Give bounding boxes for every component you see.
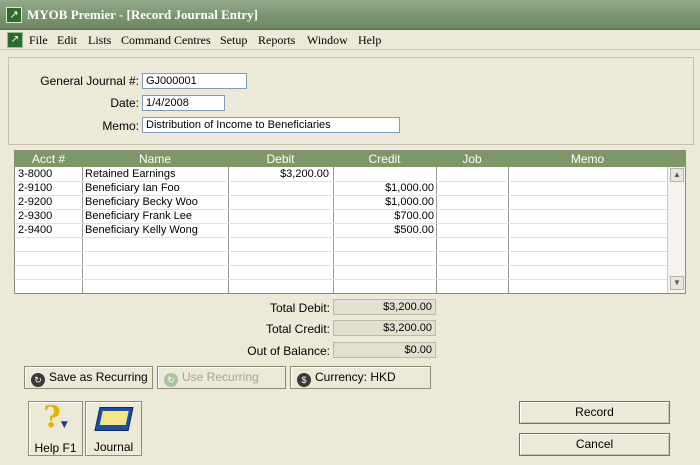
- acct-cell[interactable]: 2-9400: [18, 224, 52, 237]
- credit-cell[interactable]: $700.00: [333, 210, 434, 223]
- acct-cell[interactable]: 2-9300: [18, 210, 52, 223]
- app-icon: ↗: [6, 7, 22, 23]
- help-label: Help F1: [34, 441, 77, 455]
- menu-edit[interactable]: Edit: [57, 33, 77, 48]
- out-of-balance-value: $0.00: [333, 342, 436, 358]
- title-bar: ↗ MYOB Premier - [Record Journal Entry]: [0, 0, 700, 30]
- window-title: MYOB Premier - [Record Journal Entry]: [27, 7, 258, 22]
- journal-header-panel: General Journal #: GJ000001 Date: 1/4/20…: [8, 57, 694, 145]
- journal-label: Journal: [93, 440, 134, 454]
- name-cell[interactable]: Beneficiary Kelly Wong: [85, 224, 198, 237]
- total-credit-value: $3,200.00: [333, 320, 436, 336]
- menu-window[interactable]: Window: [307, 33, 348, 48]
- credit-cell[interactable]: $500.00: [333, 224, 434, 237]
- column-header-name[interactable]: Name: [82, 152, 228, 166]
- journal-book-icon: [93, 407, 134, 431]
- table-scrollbar[interactable]: ▲ ▼: [667, 167, 685, 293]
- row-divider: [15, 265, 667, 266]
- acct-cell[interactable]: 2-9200: [18, 196, 52, 209]
- save-as-recurring-label: Save as Recurring: [49, 370, 148, 384]
- total-credit-label: Total Credit:: [265, 322, 330, 336]
- journal-lines-table: Acct # Name Debit Credit Job Memo 3-8000…: [14, 150, 686, 294]
- currency-button[interactable]: $ Currency: HKD: [290, 366, 431, 389]
- date-label: Date:: [110, 96, 139, 110]
- app-menu-icon[interactable]: ↗: [7, 32, 23, 48]
- credit-cell[interactable]: $1,000.00: [333, 182, 434, 195]
- column-divider: [508, 167, 509, 293]
- save-as-recurring-button[interactable]: ↻ Save as Recurring: [24, 366, 153, 389]
- debit-cell[interactable]: $3,200.00: [228, 168, 329, 181]
- help-button[interactable]: ?▼ Help F1: [28, 401, 83, 456]
- menu-file[interactable]: File: [29, 33, 48, 48]
- acct-cell[interactable]: 3-8000: [18, 168, 52, 181]
- journal-number-label: General Journal #:: [40, 74, 139, 88]
- menu-lists[interactable]: Lists: [88, 33, 111, 48]
- name-cell[interactable]: Beneficiary Ian Foo: [85, 182, 180, 195]
- column-header-credit[interactable]: Credit: [333, 152, 436, 166]
- menu-reports[interactable]: Reports: [258, 33, 295, 48]
- journal-button[interactable]: Journal: [85, 401, 142, 456]
- table-header: Acct # Name Debit Credit Job Memo: [15, 151, 685, 167]
- column-header-memo[interactable]: Memo: [508, 152, 667, 166]
- column-header-job[interactable]: Job: [436, 152, 508, 166]
- row-divider: [15, 251, 667, 252]
- total-debit-value: $3,200.00: [333, 299, 436, 315]
- out-of-balance-label: Out of Balance:: [247, 344, 330, 358]
- column-divider: [228, 167, 229, 293]
- column-header-acct[interactable]: Acct #: [15, 152, 82, 166]
- column-divider: [436, 167, 437, 293]
- row-divider: [15, 279, 667, 280]
- memo-field[interactable]: Distribution of Income to Beneficiaries: [142, 117, 400, 133]
- menu-command-centres[interactable]: Command Centres: [121, 33, 211, 48]
- date-field[interactable]: 1/4/2008: [142, 95, 225, 111]
- use-recurring-icon: ↻: [164, 373, 178, 387]
- acct-cell[interactable]: 2-9100: [18, 182, 52, 195]
- scroll-down-icon[interactable]: ▼: [670, 276, 684, 290]
- total-debit-label: Total Debit:: [269, 301, 330, 315]
- cancel-button[interactable]: Cancel: [519, 433, 670, 456]
- save-recurring-icon: ↻: [31, 373, 45, 387]
- name-cell[interactable]: Beneficiary Becky Woo: [85, 196, 198, 209]
- column-header-debit[interactable]: Debit: [228, 152, 333, 166]
- credit-cell[interactable]: $1,000.00: [333, 196, 434, 209]
- menu-help[interactable]: Help: [358, 33, 381, 48]
- name-cell[interactable]: Beneficiary Frank Lee: [85, 210, 192, 223]
- journal-number-field[interactable]: GJ000001: [142, 73, 247, 89]
- use-recurring-label: Use Recurring: [182, 370, 259, 384]
- menu-bar: ↗ File Edit Lists Command Centres Setup …: [0, 30, 700, 50]
- row-divider: [15, 237, 667, 238]
- menu-setup[interactable]: Setup: [220, 33, 247, 48]
- name-cell[interactable]: Retained Earnings: [85, 168, 176, 181]
- currency-label: Currency: HKD: [315, 370, 396, 384]
- record-button[interactable]: Record: [519, 401, 670, 424]
- column-divider: [82, 167, 83, 293]
- help-question-icon: ?▼: [43, 400, 68, 435]
- scroll-up-icon[interactable]: ▲: [670, 168, 684, 182]
- memo-label: Memo:: [102, 119, 139, 133]
- currency-icon: $: [297, 373, 311, 387]
- use-recurring-button[interactable]: ↻ Use Recurring: [157, 366, 286, 389]
